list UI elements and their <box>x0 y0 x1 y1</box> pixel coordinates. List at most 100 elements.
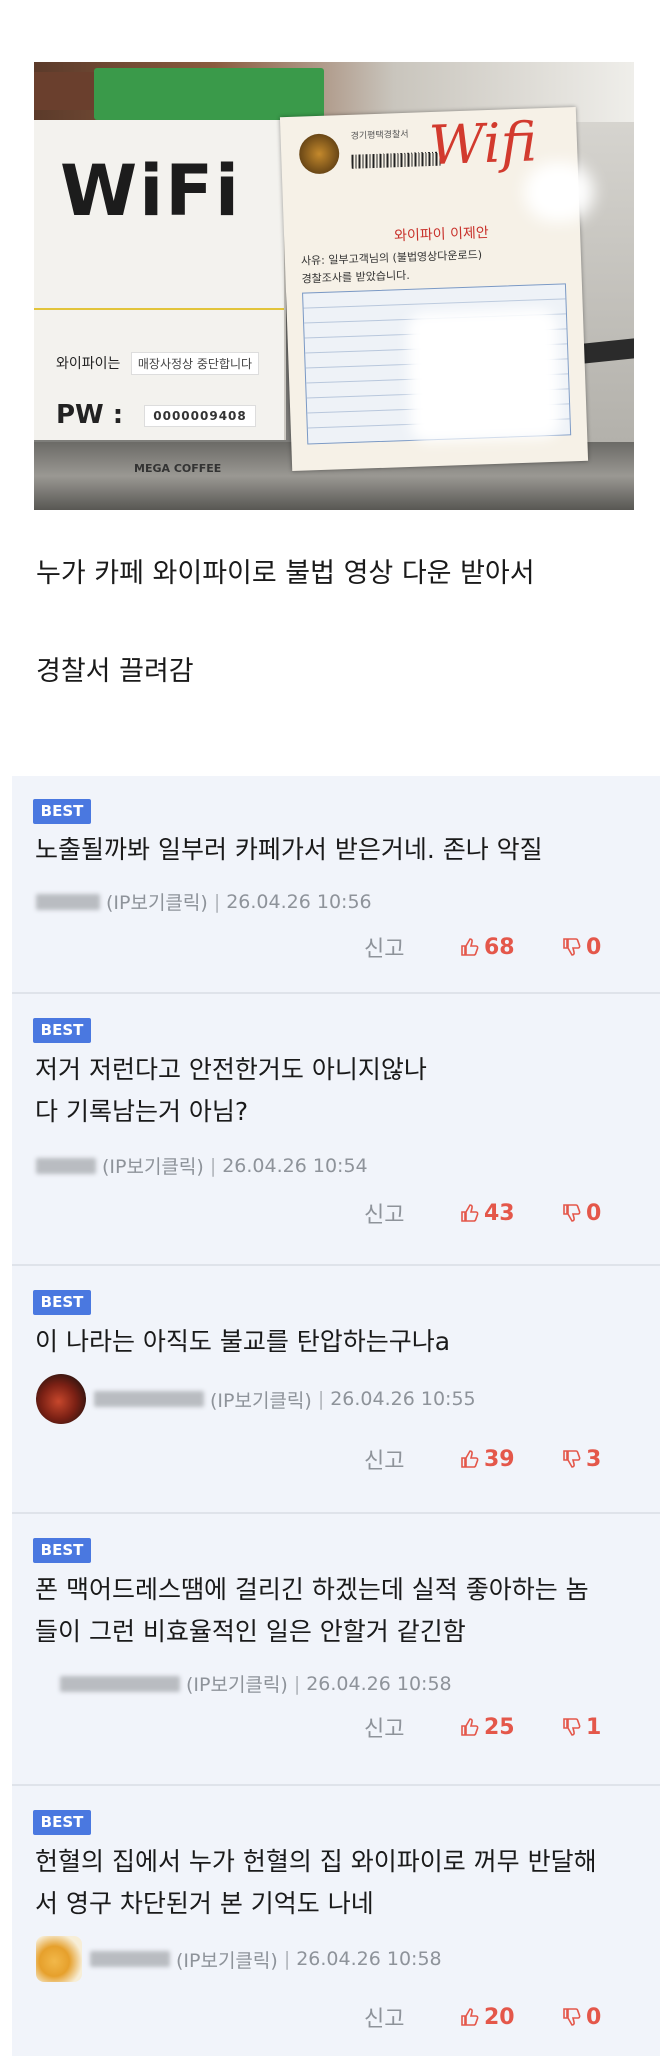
comment-item: BEST 폰 맥어드레스땜에 걸리긴 하겠는데 실적 좋아하는 놈 들이 그런 … <box>12 1514 660 1786</box>
ip-toggle[interactable]: (IP보기클릭) <box>102 1152 204 1179</box>
comment-actions: 신고 68 0 <box>360 931 640 963</box>
comment-item: BEST 이 나라는 아직도 불교를 탄압하는구나a (IP보기클릭) | 26… <box>12 1266 660 1514</box>
comment-actions: 신고 39 3 <box>360 1443 640 1475</box>
best-badge: BEST <box>33 799 91 824</box>
thumbs-up-icon <box>461 1718 479 1736</box>
notice-header: 경기평택경찰서 <box>350 129 409 142</box>
best-comments: BEST 노출될까봐 일부러 카페가서 받은거네. 존나 악질 (IP보기클릭)… <box>12 776 660 2056</box>
comment-text: 이 나라는 아직도 불교를 탄압하는구나a <box>35 1326 450 1358</box>
comment-actions: 신고 43 0 <box>360 1197 640 1229</box>
article-photo: WiFi 와이파이는 매장사정상 중단합니다 PW : 0000009408 M… <box>34 62 634 510</box>
best-badge: BEST <box>33 1018 91 1043</box>
comment-item: BEST 헌혈의 집에서 누가 헌혈의 집 와이파이로 꺼무 반달해 서 영구 … <box>12 1786 660 2056</box>
ssid-label: 와이파이는 <box>56 356 121 372</box>
handwritten-wifi: Wifi <box>427 110 538 178</box>
nickname-blurred[interactable] <box>60 1675 180 1692</box>
wifi-sign: WiFi 와이파이는 매장사정상 중단합니다 PW : 0000009408 <box>34 120 286 440</box>
comment-meta: (IP보기클릭) | 26.04.26 10:58 <box>36 1670 452 1697</box>
dislike-count: 0 <box>586 2004 602 2030</box>
thumbs-up-icon <box>461 1450 479 1468</box>
ip-toggle[interactable]: (IP보기클릭) <box>176 1946 278 1973</box>
comment-meta: (IP보기클릭) | 26.04.26 10:56 <box>36 888 372 915</box>
comment-text: 헌혈의 집에서 누가 헌혈의 집 와이파이로 꺼무 반달해 서 영구 차단된거 … <box>35 1846 597 1920</box>
like-button[interactable]: 20 <box>460 2005 550 2030</box>
nickname-blurred[interactable] <box>36 893 100 910</box>
comment-meta: (IP보기클릭) | 26.04.26 10:55 <box>36 1374 476 1424</box>
meta-divider: | <box>209 1154 217 1177</box>
dislike-button[interactable]: 0 <box>562 935 601 960</box>
comment-date: 26.04.26 10:56 <box>226 890 372 913</box>
comment-text: 저거 저런다고 안전한거도 아니지않나 다 기록남는거 아님? <box>35 1054 427 1128</box>
nickname-blurred[interactable] <box>94 1391 204 1407</box>
comment-text: 노출될까봐 일부러 카페가서 받은거네. 존나 악질 <box>35 834 543 866</box>
police-emblem-icon <box>298 133 340 175</box>
like-count: 68 <box>484 934 515 960</box>
photo-green-box <box>94 68 324 120</box>
dislike-button[interactable]: 3 <box>562 1447 601 1472</box>
ip-toggle[interactable]: (IP보기클릭) <box>186 1670 288 1697</box>
comment-actions: 신고 25 1 <box>360 1711 640 1743</box>
brand-logo: MEGA COFFEE <box>134 462 222 475</box>
like-button[interactable]: 68 <box>460 935 550 960</box>
comment-date: 26.04.26 10:58 <box>306 1672 452 1695</box>
report-button[interactable]: 신고 <box>364 931 460 963</box>
handwritten-note: 와이파이 이제안 <box>393 225 489 245</box>
user-avatar[interactable] <box>36 1936 82 1982</box>
meta-divider: | <box>283 1948 291 1970</box>
report-button[interactable]: 신고 <box>364 2001 460 2033</box>
thumbs-down-icon <box>563 1450 581 1468</box>
comment-item: BEST 저거 저런다고 안전한거도 아니지않나 다 기록남는거 아님? (IP… <box>12 994 660 1266</box>
comment-line: 서 영구 차단된거 본 기억도 나네 <box>35 1889 374 1918</box>
comment-date: 26.04.26 10:54 <box>222 1154 368 1177</box>
barcode-icon <box>351 151 442 169</box>
nickname-blurred[interactable] <box>36 1157 96 1174</box>
comment-line: 헌혈의 집에서 누가 헌혈의 집 와이파이로 꺼무 반달해 <box>35 1847 597 1876</box>
thumbs-up-icon <box>461 938 479 956</box>
report-button[interactable]: 신고 <box>364 1711 460 1743</box>
meta-divider: | <box>293 1672 301 1695</box>
like-button[interactable]: 39 <box>460 1447 550 1472</box>
thumbs-down-icon <box>563 2008 581 2026</box>
comment-date: 26.04.26 10:55 <box>330 1388 476 1410</box>
dislike-button[interactable]: 0 <box>562 1201 601 1226</box>
sign-divider <box>34 308 284 310</box>
photo-shelf <box>34 72 94 110</box>
meta-divider: | <box>213 890 221 913</box>
thumbs-down-icon <box>563 1718 581 1736</box>
comment-line: 들이 그런 비효율적인 일은 안할거 같긴함 <box>35 1617 466 1646</box>
nickname-blurred[interactable] <box>90 1951 170 1967</box>
ssid-value: 매장사정상 중단합니다 <box>130 352 260 375</box>
report-button[interactable]: 신고 <box>364 1443 460 1475</box>
wifi-sign-title: WiFi <box>60 150 242 232</box>
privacy-blur <box>406 307 562 443</box>
like-count: 43 <box>484 1200 515 1226</box>
dislike-button[interactable]: 0 <box>562 2005 601 2030</box>
comment-line: 폰 맥어드레스땜에 걸리긴 하겠는데 실적 좋아하는 놈 <box>35 1575 589 1604</box>
dislike-count: 0 <box>586 1200 602 1226</box>
comment-meta: (IP보기클릭) | 26.04.26 10:54 <box>36 1152 368 1179</box>
comment-line: 이 나라는 아직도 불교를 탄압하는구나a <box>35 1327 451 1356</box>
pw-label: PW : <box>56 400 124 430</box>
thumbs-down-icon <box>563 938 581 956</box>
thumbs-up-icon <box>461 2008 479 2026</box>
best-badge: BEST <box>33 1538 91 1563</box>
comment-date: 26.04.26 10:58 <box>296 1948 442 1970</box>
privacy-blur-2 <box>524 162 594 222</box>
ip-toggle[interactable]: (IP보기클릭) <box>210 1386 312 1413</box>
comment-text: 폰 맥어드레스땜에 걸리긴 하겠는데 실적 좋아하는 놈 들이 그런 비효율적인… <box>35 1574 589 1648</box>
comment-meta: (IP보기클릭) | 26.04.26 10:58 <box>36 1936 442 1982</box>
user-avatar[interactable] <box>36 1374 86 1424</box>
police-notice: 경기평택경찰서 Wifi 와이파이 이제안 사유: 일부고객님의 (불법영상다운… <box>279 106 589 472</box>
ip-toggle[interactable]: (IP보기클릭) <box>106 888 208 915</box>
like-button[interactable]: 43 <box>460 1201 550 1226</box>
dislike-button[interactable]: 1 <box>562 1715 601 1740</box>
best-badge: BEST <box>33 1810 91 1835</box>
report-button[interactable]: 신고 <box>364 1197 460 1229</box>
pw-row: PW : 0000009408 <box>56 400 256 430</box>
thumbs-up-icon <box>461 1204 479 1222</box>
dislike-count: 0 <box>586 934 602 960</box>
comment-item: BEST 노출될까봐 일부러 카페가서 받은거네. 존나 악질 (IP보기클릭)… <box>12 776 660 994</box>
best-badge: BEST <box>33 1290 91 1315</box>
like-button[interactable]: 25 <box>460 1715 550 1740</box>
comment-line: 다 기록남는거 아님? <box>35 1097 249 1126</box>
